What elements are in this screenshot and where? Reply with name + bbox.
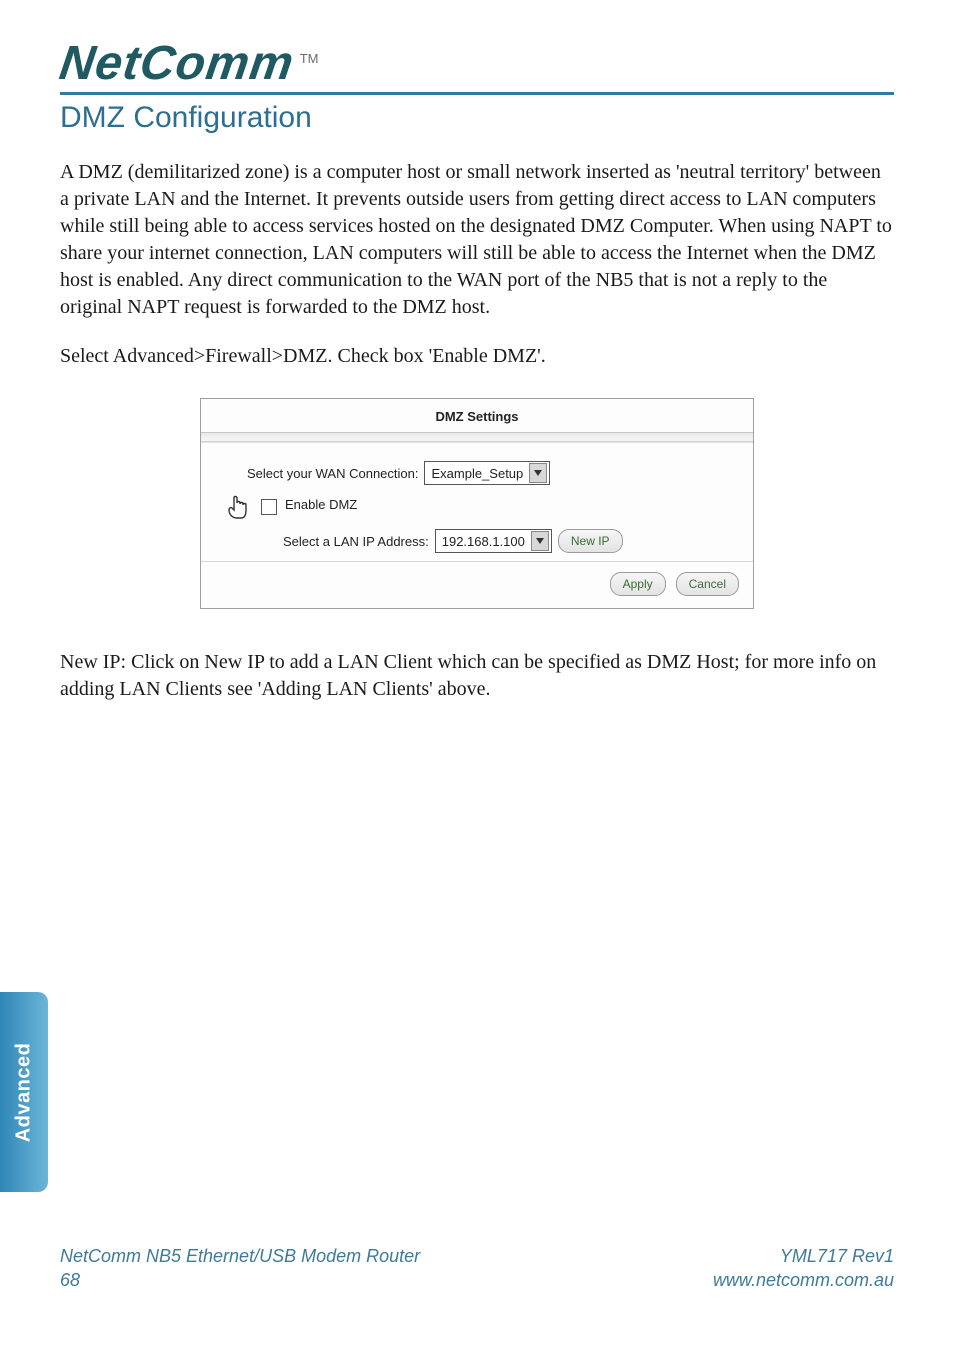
panel-title: DMZ Settings [201, 399, 753, 433]
lan-ip-label: Select a LAN IP Address: [283, 534, 429, 549]
apply-button[interactable]: Apply [610, 572, 666, 596]
page-footer: NetComm NB5 Ethernet/USB Modem Router 68… [60, 1245, 894, 1292]
paragraph-intro: A DMZ (demilitarized zone) is a computer… [60, 159, 894, 321]
footer-page-number: 68 [60, 1269, 420, 1292]
chevron-down-icon [531, 531, 549, 551]
lan-ip-value: 192.168.1.100 [442, 534, 525, 549]
footer-url: www.netcomm.com.au [713, 1269, 894, 1292]
footer-product: NetComm NB5 Ethernet/USB Modem Router [60, 1245, 420, 1268]
paragraph-newip: New IP: Click on New IP to add a LAN Cli… [60, 649, 894, 703]
chevron-down-icon [529, 463, 547, 483]
lan-ip-select[interactable]: 192.168.1.100 [435, 529, 552, 553]
new-ip-button[interactable]: New IP [558, 529, 623, 553]
enable-dmz-checkbox[interactable] [261, 499, 277, 515]
trademark-symbol: TM [300, 51, 319, 66]
dmz-settings-panel: DMZ Settings Select your WAN Connection:… [200, 398, 754, 609]
wan-connection-select[interactable]: Example_Setup [424, 461, 550, 485]
header-divider [60, 92, 894, 95]
page-title: DMZ Configuration [60, 101, 894, 135]
brand-logo: NetComm TM [60, 40, 894, 88]
paragraph-instruction: Select Advanced>Firewall>DMZ. Check box … [60, 343, 894, 370]
footer-doc-rev: YML717 Rev1 [713, 1245, 894, 1268]
side-tab-label: Advanced [13, 1042, 36, 1142]
wan-connection-value: Example_Setup [431, 466, 523, 481]
cursor-pointer-icon [227, 495, 247, 519]
enable-dmz-label: Enable DMZ [285, 497, 357, 512]
wan-connection-label: Select your WAN Connection: [247, 466, 418, 481]
brand-name: NetComm [57, 40, 297, 88]
panel-separator [201, 433, 753, 442]
side-tab-advanced: Advanced [0, 992, 48, 1192]
cancel-button[interactable]: Cancel [676, 572, 739, 596]
